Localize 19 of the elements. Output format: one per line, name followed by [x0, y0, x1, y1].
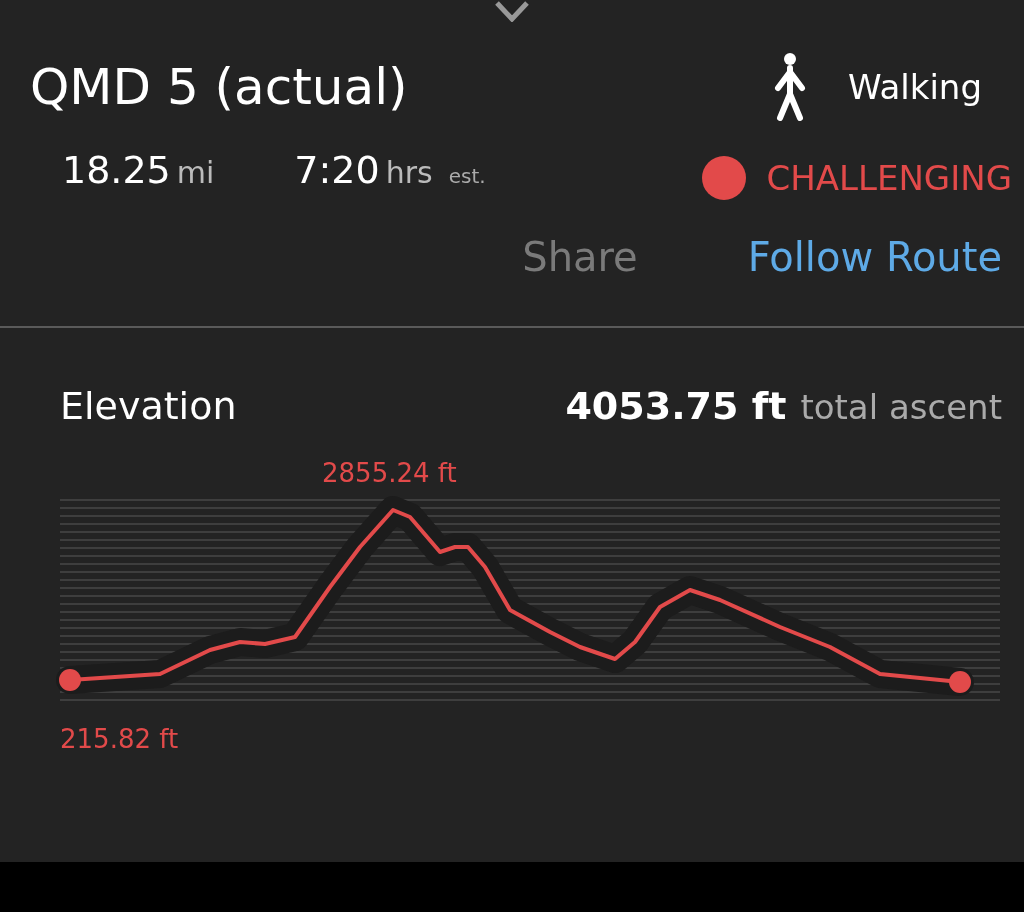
section-title: Elevation [60, 384, 238, 428]
start-marker [59, 669, 81, 691]
min-elevation-label: 215.82 ft [60, 724, 179, 754]
duration-value: 7:20 [294, 148, 380, 192]
end-marker [949, 671, 971, 693]
estimate-note: est. [448, 164, 486, 188]
total-ascent-value: 4053.75 ft [565, 384, 787, 428]
total-ascent-label: total ascent [800, 387, 1002, 427]
activity-label: Walking [848, 67, 982, 107]
max-elevation-label: 2855.24 ft [322, 458, 457, 488]
route-title: QMD 5 (actual) [30, 58, 409, 116]
duration-unit: hrs [385, 155, 433, 190]
follow-route-link[interactable]: Follow Route [747, 234, 1002, 280]
walking-person-icon [772, 52, 808, 122]
share-button[interactable]: Share [522, 234, 638, 280]
distance-unit: mi [176, 155, 215, 190]
chevron-down-icon[interactable] [494, 0, 530, 22]
distance-value: 18.25 [62, 148, 171, 192]
difficulty-label: CHALLENGING [766, 158, 1012, 198]
